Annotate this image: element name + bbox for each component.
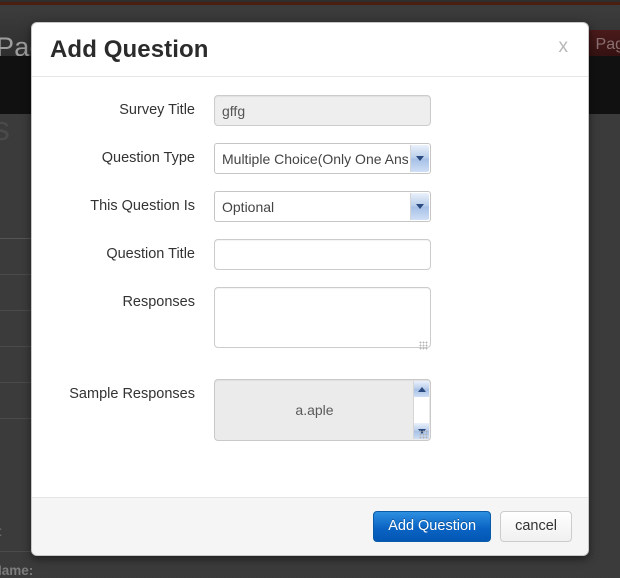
this-question-is-select[interactable]: Optional [214,191,431,222]
form-row-this-question-is: This Question Is Optional [52,191,568,222]
responses-textarea-wrap [214,287,431,353]
scroll-down-icon[interactable] [414,423,429,439]
sample-responses-textarea: a.aple [214,379,431,441]
dialog-body: Survey Title Question Type Multiple Choi… [32,77,588,497]
form-row-responses: Responses [52,287,568,353]
survey-title-input [214,95,431,126]
label-question-title: Question Title [106,246,195,262]
add-question-button[interactable]: Add Question [373,510,492,543]
background-footer-label: ll It [0,524,2,539]
field-this-question-is: Optional [214,191,568,222]
dialog-footer: Add Question cancel [32,497,588,555]
scroll-up-icon[interactable] [414,381,429,397]
form-row-survey-title: Survey Title [52,95,568,126]
chevron-down-glyph [417,428,426,434]
label-survey-title: Survey Title [119,102,195,118]
form-row-question-type: Question Type Multiple Choice(Only One A… [52,143,568,174]
chevron-down-icon[interactable] [410,145,429,172]
label-sample-responses: Sample Responses [69,386,195,402]
field-question-type: Multiple Choice(Only One Answer) [214,143,568,174]
label-responses: Responses [122,294,195,310]
add-question-dialog: Add Question x Survey Title Question Typ… [31,22,589,556]
cancel-button[interactable]: cancel [500,510,572,543]
background-name-label: Name: [0,563,34,578]
this-question-is-selected-value: Optional [222,198,275,215]
label-this-question-is: This Question Is [90,198,195,214]
field-responses [214,287,568,353]
dialog-header: Add Question x [32,23,588,77]
chevron-down-icon[interactable] [410,193,429,220]
chevron-up-glyph [417,386,426,392]
form-row-sample-responses: Sample Responses a.aple [52,379,568,441]
responses-textarea[interactable] [214,287,431,348]
label-question-type: Question Type [101,150,195,166]
field-sample-responses: a.aple [214,379,568,441]
close-icon[interactable]: x [555,35,573,58]
form-row-question-title: Question Title [52,239,568,270]
sample-responses-value: a.aple [295,402,334,418]
top-accent-strip [0,0,620,5]
question-title-input[interactable] [214,239,431,270]
field-question-title [214,239,568,270]
chevron-down-glyph [416,156,424,161]
field-survey-title [214,95,568,126]
hero-heading: es [0,110,10,148]
question-type-select[interactable]: Multiple Choice(Only One Answer) [214,143,431,174]
chevron-down-glyph [416,204,424,209]
sample-responses-scrollbar[interactable] [413,381,429,439]
dialog-title: Add Question [50,35,209,63]
question-type-selected-value: Multiple Choice(Only One Answer) [222,150,408,167]
